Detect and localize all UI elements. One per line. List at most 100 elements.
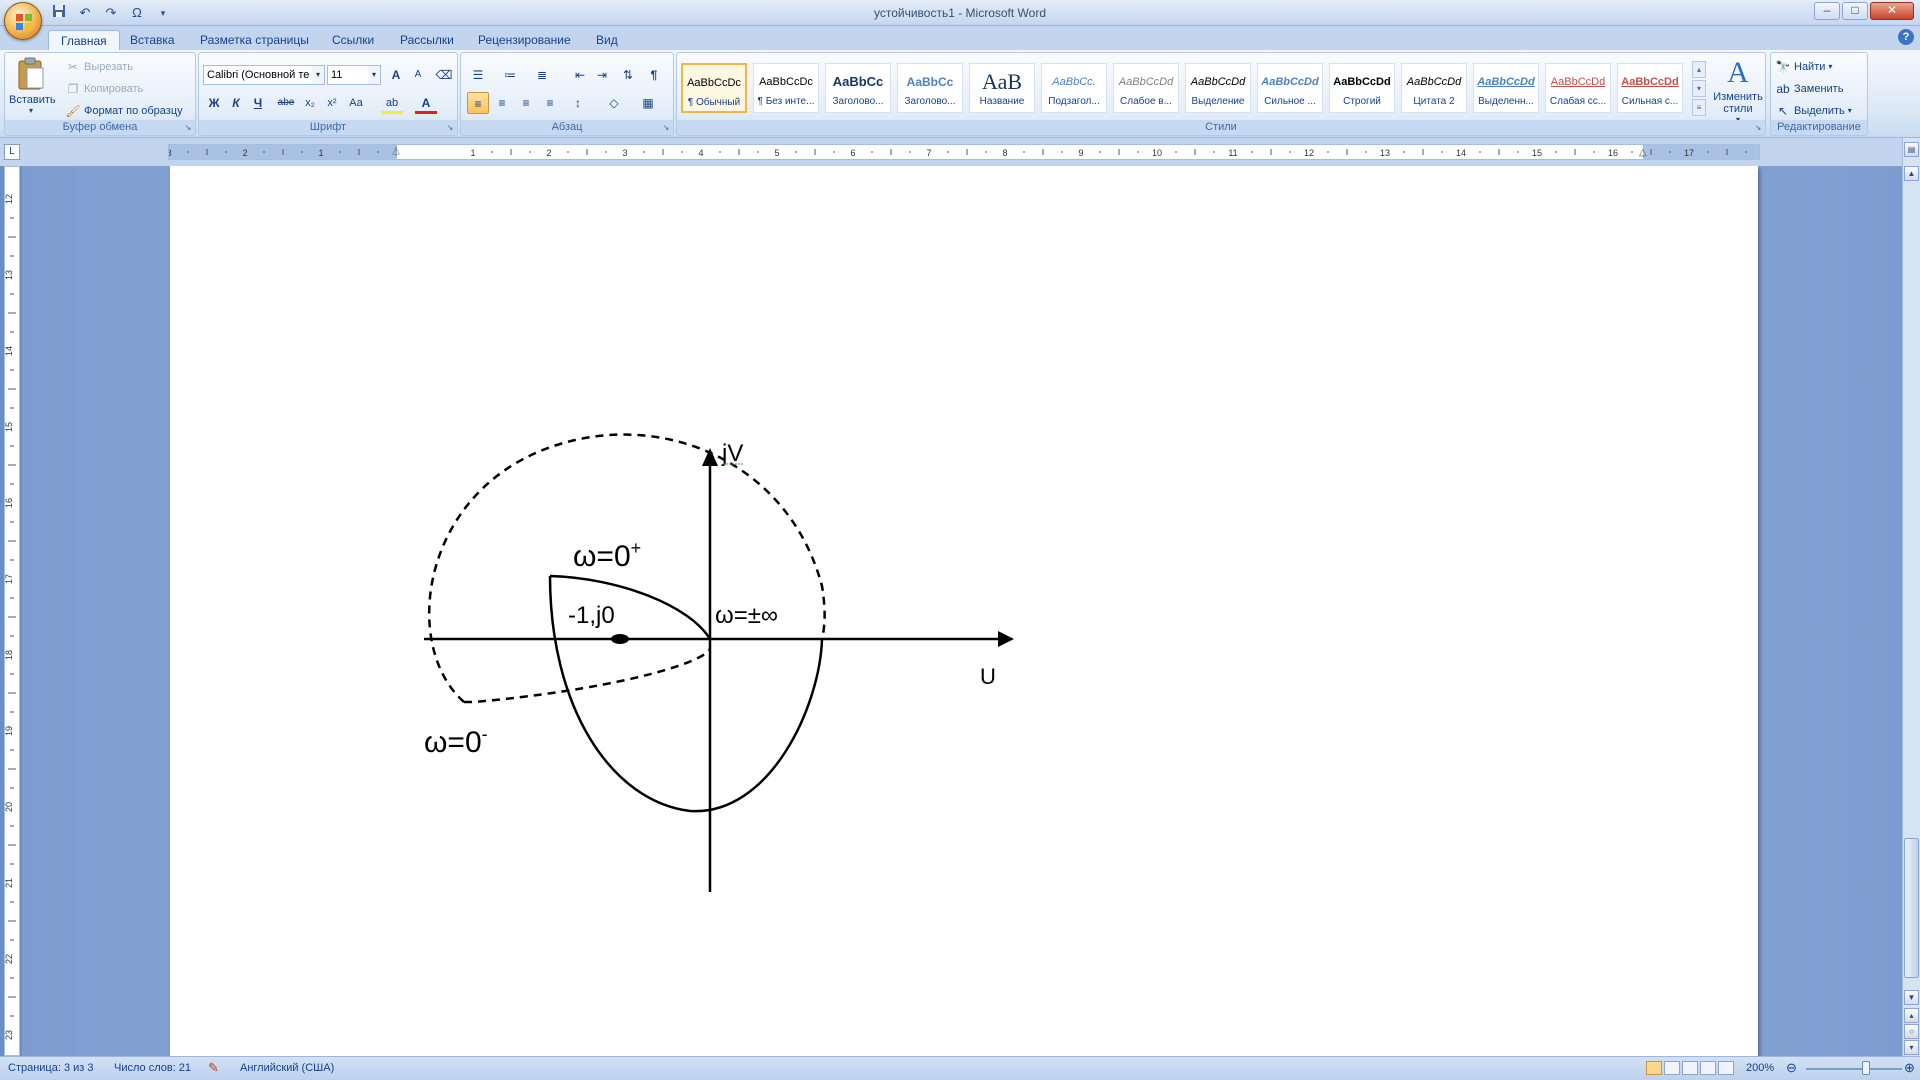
style-item[interactable]: AaBbCcDd Цитата 2 <box>1401 63 1467 113</box>
tab-references[interactable]: Ссылки <box>320 30 386 50</box>
tab-page-layout[interactable]: Разметка страницы <box>188 30 321 50</box>
right-indent-marker-icon[interactable]: △ <box>1639 147 1647 158</box>
tab-view[interactable]: Вид <box>584 30 630 50</box>
justify-icon[interactable]: ≡ <box>539 92 561 114</box>
zoom-in-icon[interactable]: ⊕ <box>1904 1060 1915 1076</box>
style-item[interactable]: AaBbCcDd Выделение <box>1185 63 1251 113</box>
change-styles-button[interactable]: A Изменить стили ▾ <box>1711 55 1765 124</box>
replace-button[interactable]: ab Заменить <box>1775 79 1843 99</box>
font-color-button[interactable]: A <box>415 92 437 114</box>
scroll-down-icon[interactable]: ▼ <box>1904 990 1919 1005</box>
style-item[interactable]: АаВ Название <box>969 63 1035 113</box>
clipboard-launcher-icon[interactable]: ↘ <box>183 123 193 133</box>
horizontal-ruler[interactable]: 3211234567891011121314151617 ⏃ △ <box>168 144 1760 160</box>
shading-icon[interactable]: ◇ <box>603 92 625 114</box>
gallery-up-icon[interactable]: ▴ <box>1692 61 1706 78</box>
web-layout-view-icon[interactable] <box>1682 1061 1698 1075</box>
sort-icon[interactable]: ⇅ <box>617 64 639 86</box>
vertical-scrollbar[interactable]: ▤ ▲ ▼ ▴ ○ ▾ <box>1902 138 1920 1056</box>
style-item[interactable]: AaBbCcDd Строгий <box>1329 63 1395 113</box>
font-family-combo[interactable]: Calibri (Основной те ▾ <box>203 65 325 85</box>
style-item[interactable]: AaBbCcDd Слабая сс... <box>1545 63 1611 113</box>
minimize-button[interactable]: – <box>1814 2 1840 20</box>
align-right-icon[interactable]: ≡ <box>515 92 537 114</box>
shrink-font-button[interactable]: A <box>407 64 429 86</box>
style-item[interactable]: AaBbCc Заголово... <box>897 63 963 113</box>
borders-icon[interactable]: ▦ <box>637 92 659 114</box>
align-left-icon[interactable]: ≡ <box>467 92 489 114</box>
align-center-icon[interactable]: ≡ <box>491 92 513 114</box>
zoom-level[interactable]: 200% <box>1746 1062 1774 1074</box>
highlight-button[interactable]: ab <box>381 92 403 114</box>
document-page[interactable]: jV U ω=0+ ω=0- -1,j0 ω=±∞ <box>170 166 1758 1056</box>
style-item[interactable]: AaBbCcDc ¶ Обычный <box>681 63 747 113</box>
indent-marker-icon[interactable]: ⏃ <box>391 143 401 158</box>
paste-dropdown-icon[interactable]: ▾ <box>9 106 53 115</box>
subscript-button[interactable]: x₂ <box>299 92 321 114</box>
page-count[interactable]: Страница: 3 из 3 <box>8 1062 94 1074</box>
italic-button[interactable]: К <box>225 92 247 114</box>
paragraph-launcher-icon[interactable]: ↘ <box>661 123 671 133</box>
full-screen-view-icon[interactable] <box>1664 1061 1680 1075</box>
clear-format-icon[interactable]: ⌫ <box>433 64 455 86</box>
next-page-icon[interactable]: ▾ <box>1904 1040 1919 1055</box>
scroll-thumb[interactable] <box>1904 838 1919 978</box>
style-item[interactable]: AaBbCc. Подзагол... <box>1041 63 1107 113</box>
gallery-down-icon[interactable]: ▾ <box>1692 80 1706 97</box>
gallery-more-icon[interactable]: ≡ <box>1692 99 1706 116</box>
multilevel-list-icon[interactable]: ≣ <box>531 64 553 86</box>
previous-page-icon[interactable]: ▴ <box>1904 1008 1919 1023</box>
style-item[interactable]: AaBbCc Заголово... <box>825 63 891 113</box>
grow-font-button[interactable]: A <box>385 64 407 86</box>
styles-launcher-icon[interactable]: ↘ <box>1753 123 1763 133</box>
word-count[interactable]: Число слов: 21 <box>114 1062 191 1074</box>
copy-button[interactable]: ❐ Копировать <box>65 79 144 99</box>
style-item[interactable]: AaBbCcDd Сильное ... <box>1257 63 1323 113</box>
tab-review[interactable]: Рецензирование <box>466 30 583 50</box>
numbering-icon[interactable]: ≔ <box>499 64 521 86</box>
style-item[interactable]: AaBbCcDd Выделенн... <box>1473 63 1539 113</box>
chevron-down-icon[interactable]: ▾ <box>368 66 380 84</box>
format-painter-button[interactable]: 🖌 Формат по образцу <box>65 101 182 121</box>
chevron-down-icon[interactable]: ▾ <box>312 66 324 84</box>
paste-button[interactable]: Вставить ▾ <box>9 55 56 119</box>
bullets-icon[interactable]: ☰ <box>467 64 489 86</box>
maximize-button[interactable]: □ <box>1842 2 1868 20</box>
proofing-icon[interactable]: ✎ <box>208 1060 219 1076</box>
line-spacing-icon[interactable]: ↕ <box>567 92 589 114</box>
decrease-indent-icon[interactable]: ⇤ <box>569 64 591 86</box>
change-case-button[interactable]: Aa <box>345 92 367 114</box>
zoom-out-icon[interactable]: ⊖ <box>1786 1060 1797 1076</box>
tab-home[interactable]: Главная <box>48 30 120 50</box>
office-button[interactable] <box>4 2 42 40</box>
ruler-toggle-icon[interactable]: ▤ <box>1904 142 1919 157</box>
scroll-up-icon[interactable]: ▲ <box>1904 166 1919 181</box>
tab-mailings[interactable]: Рассылки <box>388 30 466 50</box>
outline-view-icon[interactable] <box>1700 1061 1716 1075</box>
increase-indent-icon[interactable]: ⇥ <box>591 64 613 86</box>
browse-object-icon[interactable]: ○ <box>1904 1024 1919 1039</box>
select-button[interactable]: ↖ Выделить ▾ <box>1775 101 1852 121</box>
print-layout-view-icon[interactable] <box>1646 1061 1662 1075</box>
find-button[interactable]: 🔭 Найти ▾ <box>1775 57 1833 77</box>
underline-button[interactable]: Ч <box>247 92 269 114</box>
style-item[interactable]: AaBbCcDd Слабое в... <box>1113 63 1179 113</box>
draft-view-icon[interactable] <box>1718 1061 1734 1075</box>
style-item[interactable]: AaBbCcDd Сильная с... <box>1617 63 1683 113</box>
font-launcher-icon[interactable]: ↘ <box>445 123 455 133</box>
zoom-slider-knob[interactable] <box>1862 1061 1870 1075</box>
cut-button[interactable]: ✂ Вырезать <box>65 57 133 77</box>
tab-selector[interactable]: L <box>4 144 20 160</box>
superscript-button[interactable]: x² <box>321 92 343 114</box>
zoom-slider[interactable] <box>1806 1068 1902 1070</box>
font-size-combo[interactable]: 11 ▾ <box>327 65 381 85</box>
vertical-ruler[interactable]: 12 13 14 15 16 17 18 19 20 21 22 23 <box>4 166 20 1056</box>
style-item[interactable]: AaBbCcDc ¶ Без инте... <box>753 63 819 113</box>
strikethrough-button[interactable]: abe <box>275 92 297 114</box>
tab-insert[interactable]: Вставка <box>118 30 187 50</box>
language-indicator[interactable]: Английский (США) <box>240 1062 334 1074</box>
close-button[interactable]: ✕ <box>1870 2 1914 20</box>
help-icon[interactable]: ? <box>1898 29 1914 45</box>
show-marks-button[interactable]: ¶ <box>643 64 665 86</box>
bold-button[interactable]: Ж <box>203 92 225 114</box>
